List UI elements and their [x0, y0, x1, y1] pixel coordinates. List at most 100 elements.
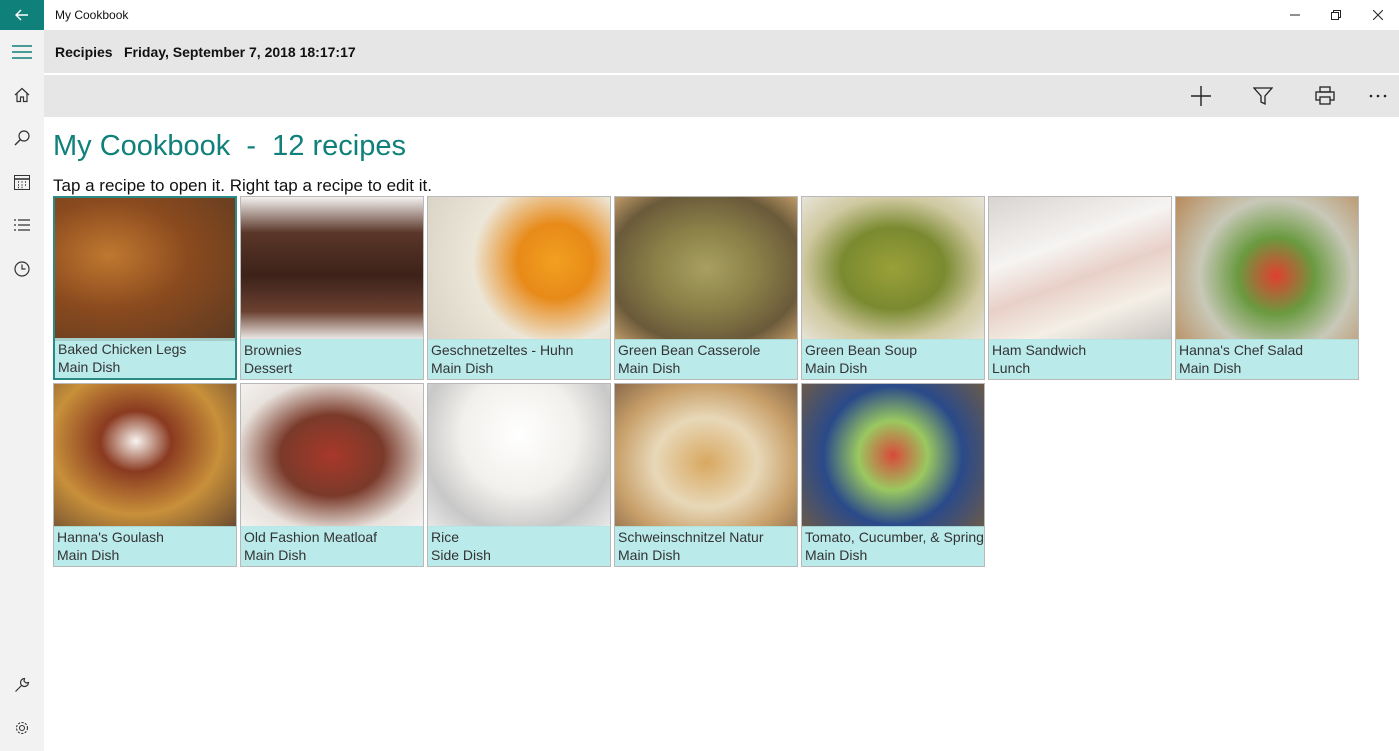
instructions-text: Tap a recipe to open it. Right tap a rec… — [53, 176, 432, 195]
recipe-category: Main Dish — [805, 547, 868, 563]
restore-icon — [1331, 10, 1341, 20]
recipe-photo — [615, 384, 797, 527]
gear-icon — [15, 721, 29, 735]
print-button[interactable] — [1303, 75, 1347, 117]
recipe-name: Ham Sandwich — [992, 342, 1087, 358]
recipe-tile[interactable]: Baked Chicken Legs Main Dish — [53, 196, 237, 380]
recipe-caption: Geschnetzeltes - Huhn Main Dish — [428, 339, 610, 379]
recipe-photo — [428, 384, 610, 527]
window-title: My Cookbook — [55, 8, 129, 22]
recipe-photo — [55, 198, 235, 341]
recipe-caption: Schweinschnitzel Natur Main Dish — [615, 526, 797, 566]
recipe-caption: Rice Side Dish — [428, 526, 610, 566]
calendar-icon — [14, 175, 30, 190]
recipe-tile[interactable]: Hanna's Goulash Main Dish — [53, 383, 237, 567]
minimize-button[interactable] — [1274, 0, 1316, 30]
recipe-caption: Green Bean Casserole Main Dish — [615, 339, 797, 379]
wrench-icon — [15, 677, 30, 692]
close-icon — [1373, 10, 1383, 20]
minimize-icon — [1290, 14, 1300, 16]
nav-search[interactable] — [0, 118, 44, 158]
header-datetime: Friday, September 7, 2018 18:17:17 — [124, 44, 356, 60]
close-button[interactable] — [1357, 0, 1399, 30]
recipe-photo — [54, 384, 236, 527]
recipe-category: Dessert — [244, 360, 293, 376]
recipe-category: Main Dish — [58, 359, 121, 375]
nav-settings[interactable] — [0, 708, 44, 748]
recipe-category: Main Dish — [618, 547, 681, 563]
recipe-category: Side Dish — [431, 547, 491, 563]
recipe-caption: Hanna's Chef Salad Main Dish — [1176, 339, 1358, 379]
more-options-button[interactable] — [1356, 75, 1399, 117]
recipe-tile[interactable]: Ham Sandwich Lunch — [988, 196, 1172, 380]
page-title: My Cookbook - 12 recipes — [53, 130, 406, 162]
recipe-tile[interactable]: Hanna's Chef Salad Main Dish — [1175, 196, 1359, 380]
recipe-photo — [241, 197, 423, 340]
recipe-category: Lunch — [992, 360, 1031, 376]
home-icon — [14, 87, 30, 103]
recipe-name: Hanna's Goulash — [57, 529, 164, 545]
hamburger-menu-button[interactable] — [0, 32, 44, 72]
recipe-caption: Tomato, Cucumber, & Spring Main Dish — [802, 526, 984, 566]
plus-icon — [1191, 86, 1211, 106]
title-bar: My Cookbook — [0, 0, 1399, 30]
nav-tools[interactable] — [0, 665, 44, 705]
recipe-tile[interactable]: Green Bean Casserole Main Dish — [614, 196, 798, 380]
list-icon — [14, 219, 30, 231]
recipe-name: Geschnetzeltes - Huhn — [431, 342, 574, 358]
recipe-name: Schweinschnitzel Natur — [618, 529, 764, 545]
nav-list[interactable] — [0, 205, 44, 245]
recipe-tile[interactable]: Green Bean Soup Main Dish — [801, 196, 985, 380]
add-recipe-button[interactable] — [1179, 75, 1223, 117]
recipe-photo — [802, 197, 984, 340]
command-bar — [44, 75, 1399, 117]
app-header: Recipies Friday, September 7, 2018 18:17… — [44, 30, 1399, 73]
recipe-category: Main Dish — [244, 547, 307, 563]
back-arrow-icon — [15, 9, 28, 21]
filter-icon — [1253, 87, 1273, 106]
nav-history[interactable] — [0, 249, 44, 289]
filter-button[interactable] — [1241, 75, 1285, 117]
recipe-name: Tomato, Cucumber, & Spring — [805, 529, 984, 545]
recipe-caption: Old Fashion Meatloaf Main Dish — [241, 526, 423, 566]
recipe-caption: Green Bean Soup Main Dish — [802, 339, 984, 379]
recipe-name: Baked Chicken Legs — [58, 341, 187, 357]
search-icon — [14, 130, 30, 146]
nav-home[interactable] — [0, 75, 44, 115]
recipe-tile[interactable]: Schweinschnitzel Natur Main Dish — [614, 383, 798, 567]
hamburger-icon — [12, 45, 32, 59]
recipe-name: Green Bean Casserole — [618, 342, 761, 358]
recipe-caption: Hanna's Goulash Main Dish — [54, 526, 236, 566]
recipe-tile[interactable]: Rice Side Dish — [427, 383, 611, 567]
recipe-tile[interactable]: Old Fashion Meatloaf Main Dish — [240, 383, 424, 567]
recipe-name: Hanna's Chef Salad — [1179, 342, 1304, 358]
clock-icon — [14, 261, 30, 277]
print-icon — [1315, 86, 1335, 105]
recipe-caption: Brownies Dessert — [241, 339, 423, 379]
nav-rail — [0, 30, 44, 751]
more-icon — [1369, 94, 1387, 98]
recipe-category: Main Dish — [57, 547, 120, 563]
recipe-photo — [428, 197, 610, 340]
recipe-category: Main Dish — [618, 360, 681, 376]
recipe-name: Rice — [431, 529, 460, 545]
recipe-tile[interactable]: Geschnetzeltes - Huhn Main Dish — [427, 196, 611, 380]
recipe-name: Brownies — [244, 342, 302, 358]
back-button[interactable] — [0, 0, 44, 30]
nav-calendar[interactable] — [0, 162, 44, 202]
recipe-photo — [802, 384, 984, 527]
recipe-photo — [241, 384, 423, 527]
header-title: Recipies — [55, 44, 113, 60]
recipe-caption: Baked Chicken Legs Main Dish — [55, 338, 235, 378]
recipe-tile[interactable]: Brownies Dessert — [240, 196, 424, 380]
restore-button[interactable] — [1315, 0, 1357, 30]
recipe-tile[interactable]: Tomato, Cucumber, & Spring Main Dish — [801, 383, 985, 567]
recipe-name: Green Bean Soup — [805, 342, 918, 358]
recipe-caption: Ham Sandwich Lunch — [989, 339, 1171, 379]
recipe-photo — [989, 197, 1171, 340]
recipe-photo — [1176, 197, 1358, 340]
recipe-category: Main Dish — [431, 360, 494, 376]
recipe-name: Old Fashion Meatloaf — [244, 529, 378, 545]
recipe-category: Main Dish — [805, 360, 868, 376]
recipe-photo — [615, 197, 797, 340]
